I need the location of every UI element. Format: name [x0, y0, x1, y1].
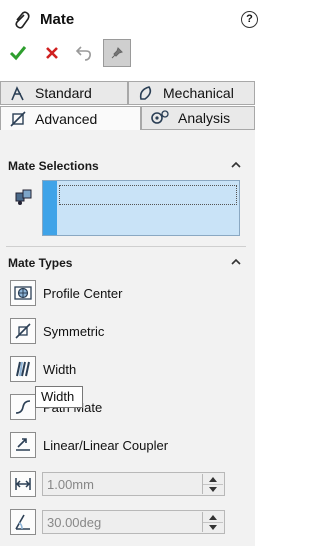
selection-slot[interactable] — [59, 185, 237, 205]
analysis-gear-icon — [151, 110, 169, 124]
chevron-up-icon[interactable] — [231, 160, 241, 170]
tab-label: Analysis — [178, 110, 231, 126]
spin-down-button[interactable] — [203, 522, 223, 532]
close-icon — [46, 47, 58, 59]
angle-input[interactable] — [43, 511, 197, 533]
undo-button[interactable] — [72, 40, 96, 66]
tab-advanced[interactable]: Advanced — [0, 106, 141, 130]
mate-label-linear-coupler[interactable]: Linear/Linear Coupler — [43, 438, 168, 453]
mate-selections-title: Mate Selections — [8, 159, 99, 173]
cancel-button[interactable] — [40, 40, 64, 66]
checkmark-icon — [9, 46, 27, 61]
help-icon[interactable]: ? — [241, 11, 258, 28]
undo-icon — [75, 46, 91, 61]
angle-button[interactable] — [10, 509, 36, 535]
width-button[interactable] — [10, 356, 36, 382]
mate-types-header[interactable]: Mate Types — [8, 256, 244, 270]
symmetric-button[interactable] — [10, 318, 36, 344]
angle-field[interactable] — [42, 510, 225, 534]
distance-icon — [15, 478, 31, 490]
tab-analysis[interactable]: Analysis — [141, 106, 255, 130]
spin-down-button[interactable] — [203, 484, 223, 494]
triangle-up-icon — [209, 476, 217, 482]
page-title: Mate — [40, 11, 75, 28]
tab-standard[interactable]: Standard — [0, 81, 128, 105]
mate-label-symmetric[interactable]: Symmetric — [43, 324, 104, 339]
profile-center-icon — [14, 286, 32, 300]
triangle-down-icon — [209, 486, 217, 492]
distance-input[interactable] — [43, 473, 197, 495]
standard-mate-icon — [11, 86, 24, 101]
mate-label-profile-center[interactable]: Profile Center — [43, 286, 122, 301]
pin-button[interactable] — [103, 39, 131, 67]
angle-spinner[interactable] — [202, 512, 223, 532]
symmetric-icon — [15, 323, 31, 339]
ok-button[interactable] — [6, 40, 30, 66]
pushpin-icon — [111, 47, 123, 59]
tab-label: Standard — [35, 85, 92, 101]
paperclip-icon — [15, 11, 30, 29]
path-mate-button[interactable] — [10, 394, 36, 420]
tooltip: Width — [35, 386, 83, 408]
mate-label-width[interactable]: Width — [43, 362, 76, 377]
angle-icon — [15, 514, 30, 530]
mate-types-title: Mate Types — [8, 256, 73, 270]
divider — [6, 246, 246, 247]
distance-field[interactable] — [42, 472, 225, 496]
mate-selections-header[interactable]: Mate Selections — [8, 159, 244, 173]
triangle-up-icon — [209, 514, 217, 520]
distance-spinner[interactable] — [202, 474, 223, 494]
linear-coupler-icon — [16, 438, 30, 451]
profile-center-button[interactable] — [10, 280, 36, 306]
mate-selections-icon — [15, 189, 32, 205]
tab-label: Mechanical — [163, 85, 234, 101]
advanced-mate-icon — [10, 110, 26, 127]
linear-coupler-button[interactable] — [10, 432, 36, 458]
triangle-down-icon — [209, 524, 217, 530]
mate-selections-list[interactable] — [42, 180, 240, 236]
tab-label: Advanced — [35, 110, 98, 127]
mechanical-mate-icon — [139, 86, 152, 100]
tab-mechanical[interactable]: Mechanical — [128, 81, 255, 105]
path-mate-icon — [15, 400, 31, 414]
chevron-up-icon[interactable] — [231, 257, 241, 267]
width-icon — [16, 361, 30, 377]
distance-button[interactable] — [10, 471, 36, 497]
